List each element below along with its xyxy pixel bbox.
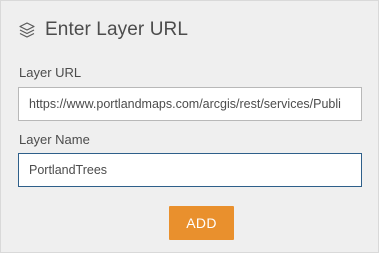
layer-url-label: Layer URL <box>19 65 82 80</box>
add-layer-panel: Enter Layer URL Layer URL Layer Name ADD <box>0 0 379 253</box>
layer-name-input[interactable] <box>18 153 362 187</box>
panel-header: Enter Layer URL <box>18 19 188 41</box>
layers-icon <box>18 21 36 39</box>
layer-name-label: Layer Name <box>19 132 90 147</box>
layer-url-input[interactable] <box>18 87 362 121</box>
panel-title: Enter Layer URL <box>45 19 189 40</box>
add-button[interactable]: ADD <box>169 206 234 240</box>
